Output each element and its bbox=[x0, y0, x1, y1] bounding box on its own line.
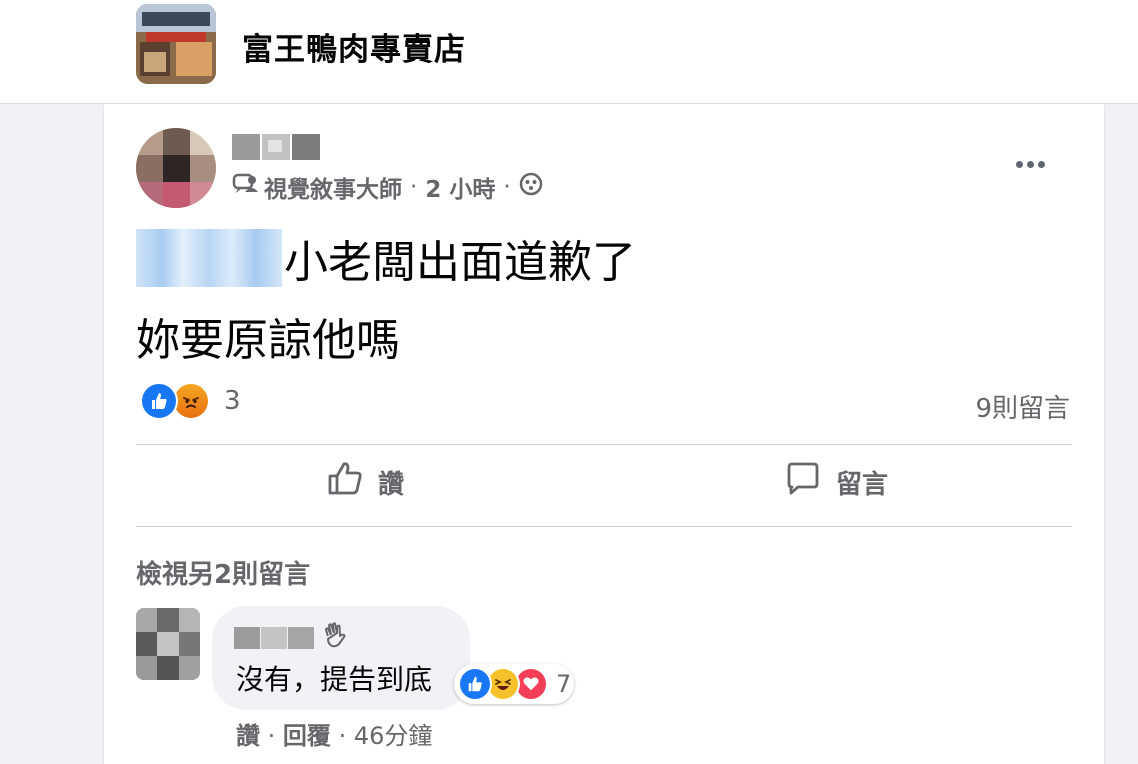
author-name[interactable] bbox=[232, 130, 322, 162]
more-icon[interactable] bbox=[1010, 150, 1050, 178]
comment-reactions[interactable]: 7 bbox=[454, 664, 574, 704]
like-reaction-icon bbox=[458, 667, 492, 701]
separator: · bbox=[338, 722, 347, 750]
comment-count-link[interactable]: 9則留言 bbox=[975, 388, 1070, 425]
comment-reply-link[interactable]: 回覆 bbox=[283, 722, 331, 750]
page-name[interactable]: 富王鴨肉專賣店 bbox=[242, 24, 466, 69]
divider bbox=[136, 526, 1072, 527]
reaction-count: 3 bbox=[224, 386, 241, 416]
comment-time[interactable]: 46分鐘 bbox=[354, 722, 433, 750]
separator: · bbox=[410, 174, 418, 200]
commenter-name[interactable] bbox=[234, 624, 316, 650]
thumbs-up-icon bbox=[326, 460, 364, 505]
like-button[interactable]: 讚 bbox=[326, 460, 404, 505]
page-avatar[interactable] bbox=[136, 4, 216, 84]
group-name[interactable]: 視覺敘事大師 bbox=[264, 170, 402, 204]
like-label: 讚 bbox=[378, 470, 405, 500]
globe-icon[interactable] bbox=[519, 172, 543, 202]
author-avatar[interactable] bbox=[136, 128, 216, 208]
post-time[interactable]: 2 小時 bbox=[425, 170, 495, 204]
comment-like-link[interactable]: 讚 bbox=[236, 722, 260, 750]
like-reaction-icon bbox=[140, 382, 178, 420]
page-header: 富王鴨肉專賣店 bbox=[0, 0, 1138, 104]
separator: · bbox=[267, 722, 276, 750]
commenter-avatar[interactable] bbox=[136, 608, 200, 680]
separator: · bbox=[503, 174, 511, 200]
post-meta: 視覺敘事大師 · 2 小時 · bbox=[232, 170, 543, 204]
comment-reaction-count: 7 bbox=[556, 670, 572, 698]
post-text-line2: 妳要原諒他嗎 bbox=[136, 315, 400, 366]
comment-bubble: 沒有，提告到底 bbox=[212, 606, 470, 710]
post-text-line1: 小老闆出面道歉了 bbox=[136, 226, 636, 290]
divider bbox=[136, 444, 1072, 445]
comment-label: 留言 bbox=[836, 470, 889, 500]
group-icon bbox=[232, 172, 258, 202]
blurred-mention bbox=[136, 229, 282, 287]
comment-text: 沒有，提告到底 bbox=[236, 663, 433, 696]
comment-button[interactable]: 留言 bbox=[784, 460, 888, 505]
post-card: 視覺敘事大師 · 2 小時 · 小老闆出面道歉了 妳要原諒他嗎 3 9則留言 讚… bbox=[104, 104, 1104, 764]
post-line1-text: 小老闆出面道歉了 bbox=[284, 237, 636, 288]
reaction-summary[interactable]: 3 bbox=[140, 382, 241, 420]
comment-actions: 讚 · 回覆 · 46分鐘 bbox=[236, 716, 432, 751]
comment-bubble-icon bbox=[784, 460, 822, 505]
view-more-comments[interactable]: 檢視另2則留言 bbox=[136, 554, 310, 591]
wave-icon bbox=[322, 622, 348, 652]
